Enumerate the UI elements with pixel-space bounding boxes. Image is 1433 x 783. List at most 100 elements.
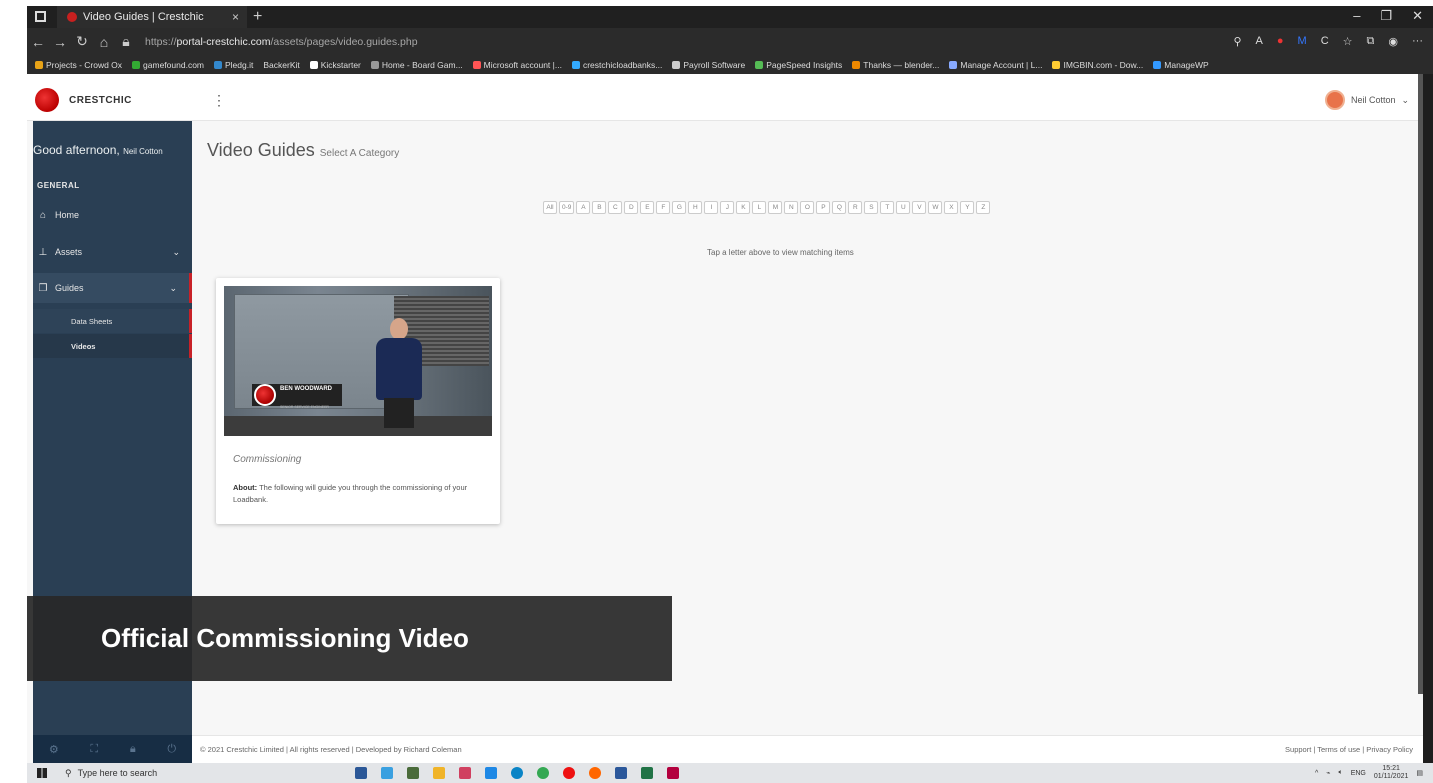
chevron-up-icon[interactable]: ^ xyxy=(1315,770,1318,777)
fullscreen-icon[interactable]: ⛶ xyxy=(90,743,98,756)
sidebar-subitem-data-sheets[interactable]: Data Sheets xyxy=(33,309,192,333)
letter-filter-button[interactable]: V xyxy=(912,201,927,214)
letter-filter-button[interactable]: R xyxy=(848,201,863,214)
collections-icon[interactable]: ⧉ xyxy=(1367,35,1375,48)
letter-filter-button[interactable]: X xyxy=(944,201,959,214)
letter-filter-button[interactable]: 0-9 xyxy=(559,201,575,214)
browser-tab[interactable]: Video Guides | Crestchic × xyxy=(57,6,247,28)
minimize-icon[interactable]: – xyxy=(1353,8,1360,24)
brand-logo[interactable]: CRESTCHIC xyxy=(35,88,132,112)
new-tab-button[interactable]: + xyxy=(253,8,262,26)
scrollbar[interactable] xyxy=(1418,74,1423,694)
bookmark[interactable]: PageSpeed Insights xyxy=(755,60,842,70)
network-icon[interactable]: ⌁ xyxy=(1326,769,1330,777)
letter-filter-button[interactable]: U xyxy=(896,201,911,214)
extension-m-icon[interactable]: M xyxy=(1298,35,1307,48)
volume-icon[interactable]: 🔈︎ xyxy=(1338,769,1342,777)
bookmark[interactable]: gamefound.com xyxy=(132,60,204,70)
letter-filter-button[interactable]: All xyxy=(543,201,557,214)
bookmark[interactable]: Home - Board Gam... xyxy=(370,60,463,70)
card-title[interactable]: Commissioning xyxy=(233,454,301,465)
search-icon[interactable]: ⚲ xyxy=(1233,35,1241,48)
letter-filter-button[interactable]: A xyxy=(576,201,591,214)
url-field[interactable]: https://portal-crestchic.com/assets/page… xyxy=(145,36,418,48)
refresh-extension-icon[interactable]: C xyxy=(1321,35,1329,48)
windows-start-icon[interactable] xyxy=(37,768,47,778)
letter-filter-button[interactable]: D xyxy=(624,201,639,214)
word-icon[interactable] xyxy=(615,767,627,779)
sidebar-item-guides[interactable]: ❐ Guides ⌄ xyxy=(33,273,192,303)
letter-filter-button[interactable]: F xyxy=(656,201,671,214)
power-icon[interactable]: ⏻ xyxy=(167,743,176,756)
window-menu-icon[interactable] xyxy=(35,11,46,22)
notifications-icon[interactable]: ▤ xyxy=(1416,769,1423,777)
close-window-icon[interactable]: ✕ xyxy=(1412,8,1423,24)
letter-filter-button[interactable]: W xyxy=(928,201,943,214)
letter-filter-button[interactable]: G xyxy=(672,201,687,214)
letter-filter-button[interactable]: N xyxy=(784,201,799,214)
bookmark[interactable]: BackerKit xyxy=(263,60,299,70)
file-explorer-icon[interactable] xyxy=(433,767,445,779)
lock-icon[interactable]: 🔒︎ xyxy=(130,743,136,756)
extension-icon[interactable]: ● xyxy=(1277,35,1284,48)
menu-toggle-icon[interactable]: ⋮ xyxy=(212,92,226,109)
letter-filter-button[interactable]: C xyxy=(608,201,623,214)
sidebar-item-home[interactable]: ⌂ Home xyxy=(33,200,192,230)
read-aloud-icon[interactable]: A xyxy=(1256,35,1263,48)
bookmark[interactable]: IMGBIN.com - Dow... xyxy=(1052,60,1143,70)
video-thumbnail[interactable]: BEN WOODWARD SENIOR SERVICE ENGINEER xyxy=(224,286,492,436)
letter-filter-button[interactable]: B xyxy=(592,201,607,214)
footer-links[interactable]: Support | Terms of use | Privacy Policy xyxy=(1285,745,1413,754)
back-icon[interactable]: ← xyxy=(27,34,49,50)
app-icon[interactable] xyxy=(407,767,419,779)
language-indicator[interactable]: ENG xyxy=(1351,770,1366,777)
indesign-icon[interactable] xyxy=(667,767,679,779)
favorites-icon[interactable]: ☆ xyxy=(1343,35,1353,48)
video-card[interactable]: BEN WOODWARD SENIOR SERVICE ENGINEER Com… xyxy=(216,278,500,524)
bookmark[interactable]: Thanks — blender... xyxy=(852,60,939,70)
letter-filter-button[interactable]: M xyxy=(768,201,783,214)
app-icon[interactable] xyxy=(459,767,471,779)
bookmark[interactable]: Pledg.it xyxy=(214,60,253,70)
firefox-icon[interactable] xyxy=(589,767,601,779)
clock[interactable]: 15:21 01/11/2021 xyxy=(1374,765,1409,781)
chrome-icon[interactable] xyxy=(537,767,549,779)
letter-filter-button[interactable]: Y xyxy=(960,201,975,214)
taskbar-search[interactable]: ⚲ Type here to search xyxy=(65,768,305,779)
edge-icon[interactable] xyxy=(511,767,523,779)
bookmark[interactable]: Microsoft account |... xyxy=(472,60,562,70)
home-icon[interactable]: ⌂ xyxy=(93,34,115,50)
settings-icon[interactable]: ⚙ xyxy=(49,743,59,756)
letter-filter-button[interactable]: E xyxy=(640,201,655,214)
bookmark[interactable]: ManageWP xyxy=(1153,60,1209,70)
letter-filter-button[interactable]: K xyxy=(736,201,751,214)
lock-icon[interactable]: 🔒︎ xyxy=(115,33,137,50)
app-icon[interactable] xyxy=(355,767,367,779)
sidebar-subitem-videos[interactable]: Videos xyxy=(33,334,192,358)
app-icon[interactable] xyxy=(485,767,497,779)
bookmark[interactable]: Kickstarter xyxy=(309,60,361,70)
bookmark[interactable]: Projects - Crowd Ox xyxy=(35,60,122,70)
letter-filter-button[interactable]: L xyxy=(752,201,767,214)
user-menu[interactable]: Neil Cotton ⌄ xyxy=(1325,90,1409,110)
letter-filter-button[interactable]: J xyxy=(720,201,735,214)
more-icon[interactable]: ··· xyxy=(1412,35,1423,48)
letter-filter-button[interactable]: I xyxy=(704,201,719,214)
profile-icon[interactable]: ◉ xyxy=(1388,35,1398,48)
close-tab-icon[interactable]: × xyxy=(232,10,239,24)
refresh-icon[interactable]: ↻ xyxy=(71,33,93,50)
letter-filter-button[interactable]: Z xyxy=(976,201,991,214)
opera-icon[interactable] xyxy=(563,767,575,779)
letter-filter-button[interactable]: T xyxy=(880,201,895,214)
app-icon[interactable] xyxy=(381,767,393,779)
excel-icon[interactable] xyxy=(641,767,653,779)
restore-icon[interactable]: ❐ xyxy=(1380,8,1392,24)
letter-filter-button[interactable]: O xyxy=(800,201,815,214)
forward-icon[interactable]: → xyxy=(49,34,71,50)
letter-filter-button[interactable]: P xyxy=(816,201,831,214)
bookmark[interactable]: crestchicloadbanks... xyxy=(571,60,662,70)
bookmark[interactable]: Manage Account | L... xyxy=(949,60,1042,70)
letter-filter-button[interactable]: S xyxy=(864,201,879,214)
letter-filter-button[interactable]: Q xyxy=(832,201,847,214)
letter-filter-button[interactable]: H xyxy=(688,201,703,214)
